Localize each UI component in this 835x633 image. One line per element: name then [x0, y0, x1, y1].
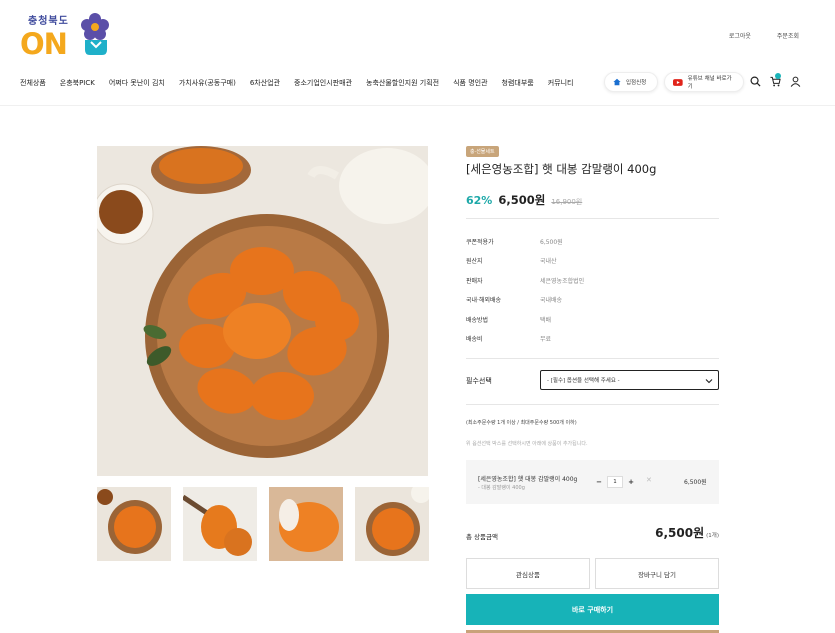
spec-key: 배송방법	[466, 317, 489, 324]
thumbnail-2-image	[183, 487, 257, 561]
thumbnail-3[interactable]	[269, 487, 343, 561]
youtube-label: 유튜브 채널 바로가기	[687, 76, 732, 90]
youtube-icon	[673, 78, 683, 86]
main-nav: 전체상품 온충북PICK 어쩌다 못난이 김치 가치사유(공동구매) 6차산업관…	[20, 78, 588, 88]
top-links: 로그아웃 주문조회	[729, 31, 799, 40]
sale-price: 6,500원	[498, 193, 546, 207]
header-divider	[0, 105, 835, 106]
total-count: (1개)	[706, 533, 719, 539]
remove-option-icon[interactable]: ✕	[646, 476, 652, 484]
spec-value: 6,500원	[540, 239, 563, 246]
chevron-down-icon	[705, 379, 713, 384]
spec-row-shipping-fee: 배송비 무료	[466, 334, 719, 343]
spec-key: 쿠폰적용가	[466, 239, 494, 246]
quantity-stepper: − 1 +	[594, 476, 636, 488]
spec-row-seller: 판매자 세은영농조합법인	[466, 276, 719, 285]
thumbnail-1[interactable]	[97, 487, 171, 561]
spec-key: 원산지	[466, 258, 483, 265]
nav-item-sme[interactable]: 중소기업인시판매관	[294, 78, 352, 88]
spec-value: 무료	[540, 336, 552, 343]
category-badge: 충·선물세트	[466, 146, 499, 157]
quantity-minus-button[interactable]: −	[594, 478, 604, 486]
option-placeholder: - [필수] 옵션을 선택해 주세요 -	[547, 378, 620, 384]
home-icon	[613, 78, 621, 86]
add-to-cart-button[interactable]: 장바구니 담기	[595, 558, 719, 589]
nav-item-all[interactable]: 전체상품	[20, 78, 46, 88]
thumbnail-4[interactable]	[355, 487, 429, 561]
original-price: 16,900원	[551, 198, 583, 206]
cart-count-badge	[775, 73, 781, 79]
spec-key: 배송비	[466, 336, 483, 343]
wishlist-button[interactable]: 관심상품	[466, 558, 590, 589]
quantity-input[interactable]: 1	[607, 476, 623, 488]
nav-item-6th-industry[interactable]: 6차산업관	[250, 78, 280, 88]
nav-item-group-buy[interactable]: 가치사유(공동구매)	[179, 78, 236, 88]
spec-row-shipping-method: 배송방법 택배	[466, 315, 719, 324]
selected-option-sub: - 대봉 감말랭이 400g	[478, 485, 525, 491]
dried-persimmon-photo	[97, 146, 428, 476]
nav-item-discount[interactable]: 농축산물할인지원 기획전	[366, 78, 439, 88]
spec-key: 판매자	[466, 278, 483, 285]
spec-value: 택배	[540, 317, 552, 324]
spec-key: 국내·해외배송	[466, 297, 502, 304]
nav-item-community[interactable]: 커뮤니티	[548, 78, 574, 88]
user-icon[interactable]	[790, 76, 801, 87]
option-select[interactable]: - [필수] 옵션을 선택해 주세요 -	[540, 370, 719, 390]
buy-now-button[interactable]: 바로 구매하기	[466, 594, 719, 625]
spec-value: 국내산	[540, 258, 557, 265]
youtube-button[interactable]: 유튜브 채널 바로가기	[664, 72, 744, 92]
spec-value: 세은영농조합법인	[540, 278, 585, 285]
total-price-value: 6,500원	[655, 526, 705, 540]
logo-text: ON	[20, 27, 68, 61]
thumbnail-strip	[97, 487, 429, 561]
site-logo[interactable]: 충청북도 ON	[20, 12, 112, 61]
spec-row-shipping-region: 국내·해외배송 국내배송	[466, 295, 719, 304]
order-lookup-link[interactable]: 주문조회	[777, 31, 799, 40]
selected-option-name: [세은영농조합] 햇 대봉 감말랭이 400g	[478, 476, 578, 483]
store-apply-label: 입점신청	[626, 80, 647, 86]
quantity-note: (최소주문수량 1개 이상 / 최대주문수량 500개 이하)	[466, 420, 577, 426]
nav-item-pick[interactable]: 온충북PICK	[60, 78, 95, 88]
nav-item-kimchi[interactable]: 어쩌다 못난이 김치	[109, 78, 165, 88]
logo-top-text: 충청북도	[28, 16, 69, 27]
spec-divider	[466, 358, 719, 359]
thumbnail-2[interactable]	[183, 487, 257, 561]
store-apply-button[interactable]: 입점신청	[604, 72, 658, 92]
spec-row-origin: 원산지 국내산	[466, 256, 719, 265]
logout-link[interactable]: 로그아웃	[729, 31, 751, 40]
quantity-plus-button[interactable]: +	[626, 478, 636, 486]
price-divider	[466, 218, 719, 219]
spec-value: 국내배송	[540, 297, 563, 304]
thumbnail-4-image	[355, 487, 429, 561]
discount-rate: 62%	[466, 194, 493, 207]
cup-logo-icon	[85, 40, 107, 55]
total-label: 총 상품금액	[466, 533, 498, 541]
option-label: 필수선택	[466, 377, 492, 385]
nav-item-integrity[interactable]: 청렴대부룸	[502, 78, 534, 88]
option-divider	[466, 404, 719, 405]
thumbnail-3-image	[269, 487, 343, 561]
selection-note: 위 옵션선택 박스를 선택하시면 아래에 상품이 추가됩니다.	[466, 441, 588, 447]
thumbnail-1-image	[97, 487, 171, 561]
product-title: [세은영농조합] 햇 대봉 감말랭이 400g	[466, 162, 657, 176]
selected-option-price: 6,500원	[684, 479, 707, 486]
selected-option-box: [세은영농조합] 햇 대봉 감말랭이 400g - 대봉 감말랭이 400g −…	[466, 460, 719, 504]
price-row: 62% 6,500원 16,900원	[466, 192, 582, 208]
product-main-image	[97, 146, 428, 476]
total-price: 6,500원 (1개)	[655, 524, 719, 541]
search-icon[interactable]	[750, 76, 761, 87]
nav-item-master[interactable]: 식품 명인관	[453, 78, 487, 88]
spec-row-coupon: 쿠폰적용가 6,500원	[466, 237, 719, 246]
